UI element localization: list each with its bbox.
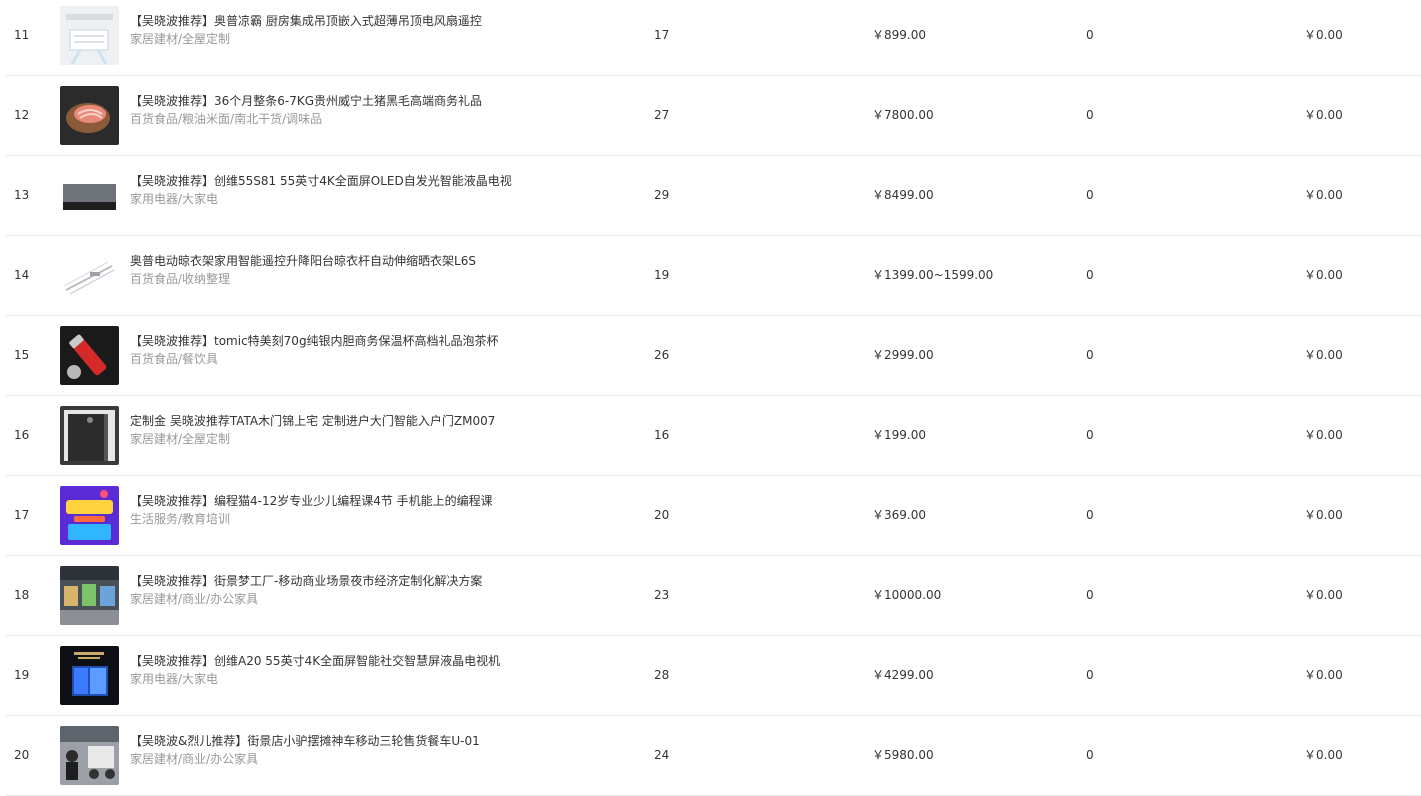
amount-value: ￥0.00 bbox=[1304, 348, 1343, 362]
amount-value: ￥0.00 bbox=[1304, 268, 1343, 282]
product-name[interactable]: 【吴晓波推荐】编程猫4-12岁专业少儿编程课4节 手机能上的编程课 bbox=[130, 492, 493, 510]
row-index: 18 bbox=[14, 588, 30, 602]
product-category: 生活服务/教育培训 bbox=[130, 512, 231, 526]
sales-value: 0 bbox=[1086, 28, 1094, 42]
door-product-image[interactable] bbox=[60, 406, 119, 465]
product-table: 11 【吴晓波推荐】奥普凉霸 厨房集成吊顶嵌入式超薄吊顶电风扇遥控 家居建材/全… bbox=[0, 0, 1421, 796]
row-index: 11 bbox=[14, 28, 30, 42]
clothes-rack-product-image[interactable] bbox=[60, 246, 119, 305]
product-category: 家居建材/商业/办公家具 bbox=[130, 752, 259, 766]
product-category: 百货食品/粮油米面/南北干货/调味品 bbox=[130, 112, 323, 126]
table-row[interactable]: 20 【吴晓波&烈儿推荐】街景店小驴摆摊神车移动三轮售货餐车U-01 家居建材/… bbox=[6, 716, 1421, 796]
price-value: ￥1399.00~1599.00 bbox=[872, 268, 994, 282]
ceiling-fan-product-image[interactable] bbox=[60, 6, 119, 65]
stock-value: 17 bbox=[654, 28, 670, 42]
sales-value: 0 bbox=[1086, 108, 1094, 122]
sales-value: 0 bbox=[1086, 268, 1094, 282]
row-index: 17 bbox=[14, 508, 30, 522]
price-value: ￥4299.00 bbox=[872, 668, 934, 682]
amount-value: ￥0.00 bbox=[1304, 28, 1343, 42]
amount-value: ￥0.00 bbox=[1304, 508, 1343, 522]
product-name[interactable]: 【吴晓波&烈儿推荐】街景店小驴摆摊神车移动三轮售货餐车U-01 bbox=[130, 732, 480, 750]
row-index: 16 bbox=[14, 428, 30, 442]
price-value: ￥7800.00 bbox=[872, 108, 934, 122]
smart-tv-product-image[interactable] bbox=[60, 646, 119, 705]
stock-value: 28 bbox=[654, 668, 670, 682]
product-name[interactable]: 【吴晓波推荐】创维55S81 55英寸4K全面屏OLED自发光智能液晶电视 bbox=[130, 172, 512, 190]
price-value: ￥8499.00 bbox=[872, 188, 934, 202]
price-value: ￥899.00 bbox=[872, 28, 926, 42]
row-index: 12 bbox=[14, 108, 30, 122]
product-name[interactable]: 【吴晓波推荐】36个月整条6-7KG贵州威宁土猪黑毛高端商务礼品 bbox=[130, 92, 482, 110]
tv-product-image[interactable] bbox=[60, 166, 119, 225]
sales-value: 0 bbox=[1086, 428, 1094, 442]
sales-value: 0 bbox=[1086, 348, 1094, 362]
amount-value: ￥0.00 bbox=[1304, 108, 1343, 122]
row-index: 15 bbox=[14, 348, 30, 362]
product-name[interactable]: 奥普电动晾衣架家用智能遥控升降阳台晾衣杆自动伸缩晒衣架L6S bbox=[130, 252, 476, 270]
table-row[interactable]: 13 【吴晓波推荐】创维55S81 55英寸4K全面屏OLED自发光智能液晶电视… bbox=[6, 156, 1421, 236]
product-category: 百货食品/餐饮具 bbox=[130, 352, 219, 366]
table-row[interactable]: 12 【吴晓波推荐】36个月整条6-7KG贵州威宁土猪黑毛高端商务礼品 百货食品… bbox=[6, 76, 1421, 156]
stock-value: 24 bbox=[654, 748, 670, 762]
price-value: ￥10000.00 bbox=[872, 588, 942, 602]
table-row[interactable]: 11 【吴晓波推荐】奥普凉霸 厨房集成吊顶嵌入式超薄吊顶电风扇遥控 家居建材/全… bbox=[6, 0, 1421, 76]
price-value: ￥2999.00 bbox=[872, 348, 934, 362]
stock-value: 26 bbox=[654, 348, 670, 362]
product-category: 家居建材/商业/办公家具 bbox=[130, 592, 259, 606]
price-value: ￥199.00 bbox=[872, 428, 926, 442]
sales-value: 0 bbox=[1086, 588, 1094, 602]
table-row[interactable]: 17 【吴晓波推荐】编程猫4-12岁专业少儿编程课4节 手机能上的编程课 生活服… bbox=[6, 476, 1421, 556]
product-category: 家用电器/大家电 bbox=[130, 672, 219, 686]
price-value: ￥5980.00 bbox=[872, 748, 934, 762]
stock-value: 29 bbox=[654, 188, 670, 202]
product-name[interactable]: 【吴晓波推荐】创维A20 55英寸4K全面屏智能社交智慧屏液晶电视机 bbox=[130, 652, 500, 670]
product-category: 百货食品/收纳整理 bbox=[130, 272, 231, 286]
stock-value: 19 bbox=[654, 268, 670, 282]
table-row[interactable]: 15 【吴晓波推荐】tomic特美刻70g纯银内胆商务保温杯高档礼品泡茶杯 百货… bbox=[6, 316, 1421, 396]
product-category: 家居建材/全屋定制 bbox=[130, 32, 231, 46]
food-cart-product-image[interactable] bbox=[60, 726, 119, 785]
thermos-product-image[interactable] bbox=[60, 326, 119, 385]
sales-value: 0 bbox=[1086, 748, 1094, 762]
row-index: 20 bbox=[14, 748, 30, 762]
amount-value: ￥0.00 bbox=[1304, 748, 1343, 762]
coding-course-product-image[interactable] bbox=[60, 486, 119, 545]
stock-value: 23 bbox=[654, 588, 670, 602]
row-index: 19 bbox=[14, 668, 30, 682]
price-value: ￥369.00 bbox=[872, 508, 926, 522]
product-name[interactable]: 【吴晓波推荐】tomic特美刻70g纯银内胆商务保温杯高档礼品泡茶杯 bbox=[130, 332, 499, 350]
table-row[interactable]: 16 定制金 吴晓波推荐TATA木门锦上宅 定制进户大门智能入户门ZM007 家… bbox=[6, 396, 1421, 476]
product-category: 家居建材/全屋定制 bbox=[130, 432, 231, 446]
table-row[interactable]: 18 【吴晓波推荐】街景梦工厂-移动商业场景夜市经济定制化解决方案 家居建材/商… bbox=[6, 556, 1421, 636]
amount-value: ￥0.00 bbox=[1304, 588, 1343, 602]
table-row[interactable]: 19 【吴晓波推荐】创维A20 55英寸4K全面屏智能社交智慧屏液晶电视机 家用… bbox=[6, 636, 1421, 716]
product-name[interactable]: 定制金 吴晓波推荐TATA木门锦上宅 定制进户大门智能入户门ZM007 bbox=[130, 412, 495, 430]
table-row[interactable]: 14 奥普电动晾衣架家用智能遥控升降阳台晾衣杆自动伸缩晒衣架L6S 百货食品/收… bbox=[6, 236, 1421, 316]
stock-value: 27 bbox=[654, 108, 670, 122]
street-market-product-image[interactable] bbox=[60, 566, 119, 625]
row-index: 14 bbox=[14, 268, 30, 282]
amount-value: ￥0.00 bbox=[1304, 428, 1343, 442]
pork-product-image[interactable] bbox=[60, 86, 119, 145]
product-category: 家用电器/大家电 bbox=[130, 192, 219, 206]
amount-value: ￥0.00 bbox=[1304, 668, 1343, 682]
sales-value: 0 bbox=[1086, 668, 1094, 682]
stock-value: 20 bbox=[654, 508, 670, 522]
sales-value: 0 bbox=[1086, 188, 1094, 202]
product-name[interactable]: 【吴晓波推荐】奥普凉霸 厨房集成吊顶嵌入式超薄吊顶电风扇遥控 bbox=[130, 12, 482, 30]
stock-value: 16 bbox=[654, 428, 670, 442]
sales-value: 0 bbox=[1086, 508, 1094, 522]
amount-value: ￥0.00 bbox=[1304, 188, 1343, 202]
row-index: 13 bbox=[14, 188, 30, 202]
product-name[interactable]: 【吴晓波推荐】街景梦工厂-移动商业场景夜市经济定制化解决方案 bbox=[130, 572, 482, 590]
